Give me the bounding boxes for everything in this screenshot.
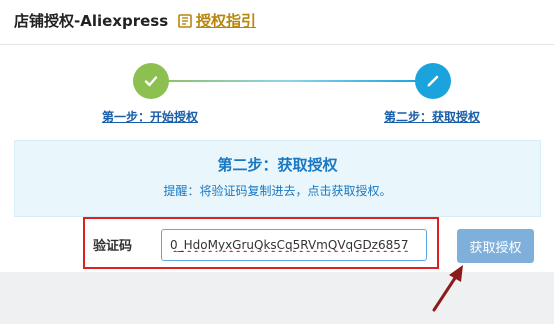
info-box: 第二步：获取授权 提醒：将验证码复制进去，点击获取授权。 xyxy=(14,140,541,217)
code-label: 验证码 xyxy=(93,239,133,254)
get-authorization-button[interactable]: 获取授权 xyxy=(457,229,534,263)
guide-link-label: 授权指引 xyxy=(196,12,257,30)
step-two-circle xyxy=(415,63,451,99)
info-title: 第二步：获取授权 xyxy=(217,156,338,174)
panel-header: 店铺授权-Aliexpress 授权指引 xyxy=(0,0,554,45)
page-title: 店铺授权-Aliexpress xyxy=(14,12,169,30)
step-two-label[interactable]: 第二步：获取授权 xyxy=(384,108,480,125)
step-progress: 第一步：开始授权 第二步：获取授权 xyxy=(0,44,554,130)
pencil-icon xyxy=(427,75,439,87)
step-one-circle xyxy=(133,63,169,99)
annotation-arrow-icon xyxy=(432,265,463,312)
step-progress-track xyxy=(150,80,422,82)
check-icon xyxy=(144,76,158,87)
authorization-panel: 店铺授权-Aliexpress 授权指引 第一步：开始授权 第二步：获取授权 第… xyxy=(0,0,554,272)
guide-link[interactable]: 授权指引 xyxy=(178,10,256,31)
step-one-label[interactable]: 第一步：开始授权 xyxy=(102,108,198,125)
info-hint: 提醒：将验证码复制进去，点击获取授权。 xyxy=(163,184,392,198)
code-input[interactable] xyxy=(161,229,427,261)
book-icon xyxy=(178,13,192,28)
